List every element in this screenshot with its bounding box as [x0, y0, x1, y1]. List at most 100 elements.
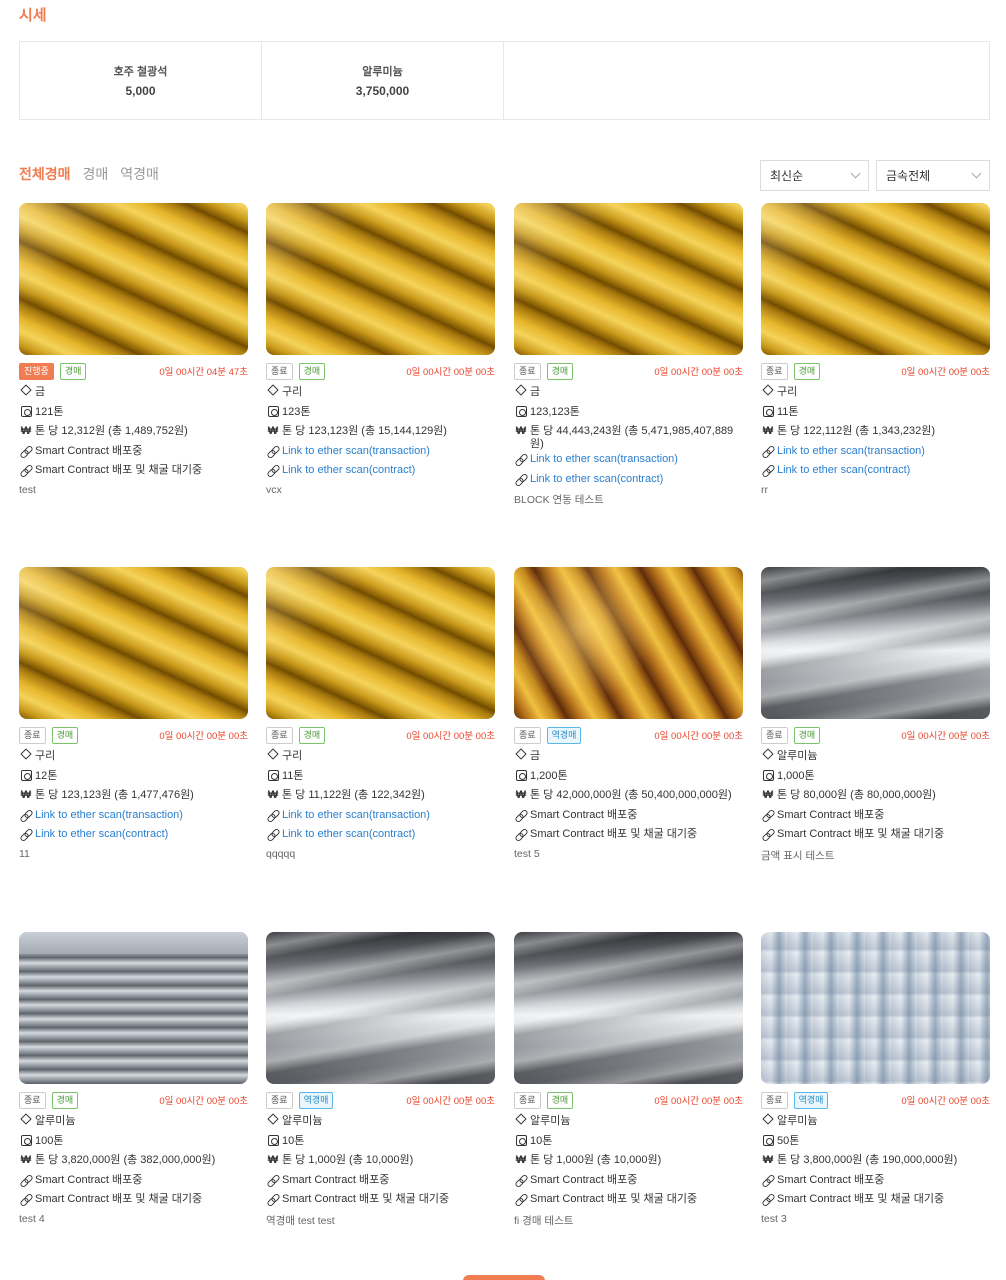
tab-all-auction[interactable]: 전체경매 — [19, 164, 71, 184]
weight-icon — [266, 769, 280, 781]
contract-row: Smart Contract 배포 및 채굴 대기중 — [514, 826, 743, 846]
ether-scan-contract-link[interactable]: Link to ether scan(contract) — [282, 464, 495, 477]
auction-card[interactable]: 종료 역경매 0일 00시간 00분 00초 금 1,200톤 ₩ 톤 당 42… — [514, 567, 743, 860]
contract-row: Smart Contract 배포 및 채굴 대기중 — [761, 826, 990, 846]
contract-row: Smart Contract 배포 및 채굴 대기중 — [19, 1191, 248, 1211]
ether-scan-contract-link[interactable]: Link to ether scan(contract) — [777, 464, 990, 477]
contract-row[interactable]: Link to ether scan(transaction) — [19, 807, 248, 827]
metal-row: 구리 — [761, 384, 990, 404]
page-title: 시세 — [19, 7, 47, 24]
link-icon — [266, 828, 280, 840]
link-icon — [266, 1174, 280, 1186]
metal-type: 알루미늄 — [530, 1115, 571, 1127]
won-icon: ₩ — [267, 789, 279, 801]
product-image[interactable] — [514, 932, 743, 1084]
sort-select[interactable]: 최신순 — [760, 160, 869, 191]
ether-scan-contract-link[interactable]: Link to ether scan(contract) — [530, 473, 743, 486]
auction-card[interactable]: 종료 경매 0일 00시간 00분 00초 구리 11톤 ₩ 톤 당 122,1… — [761, 203, 990, 496]
diamond-icon — [266, 1113, 280, 1125]
product-image[interactable] — [19, 203, 248, 355]
contract-status: Smart Contract 배포중 — [777, 1173, 885, 1186]
tab-auction[interactable]: 경매 — [83, 164, 109, 184]
weight-row: 1,000톤 — [761, 768, 990, 788]
auction-card[interactable]: 종료 경매 0일 00시간 00분 00초 금 123,123톤 ₩ 톤 당 4… — [514, 203, 743, 507]
link-icon — [514, 1193, 528, 1205]
contract-row[interactable]: Link to ether scan(contract) — [19, 826, 248, 846]
load-more-button[interactable] — [463, 1275, 545, 1280]
price-value: 톤 당 3,820,000원 (총 382,000,000원) — [35, 1154, 216, 1166]
status-badge: 종료 — [266, 726, 293, 744]
link-icon — [266, 809, 280, 821]
metal-select-value: 금속전체 — [886, 169, 931, 183]
auction-type-badge: 경매 — [298, 726, 326, 744]
auction-card[interactable]: 종료 역경매 0일 00시간 00분 00초 알루미늄 10톤 ₩ 톤 당 1,… — [266, 932, 495, 1228]
ether-scan-transaction-link[interactable]: Link to ether scan(transaction) — [530, 453, 743, 466]
price-row: ₩ 톤 당 80,000원 (총 80,000,000원) — [761, 787, 990, 807]
auction-card[interactable]: 종료 경매 0일 00시간 00분 00초 구리 12톤 ₩ 톤 당 123,1… — [19, 567, 248, 860]
auction-type-badge: 역경매 — [298, 1091, 334, 1109]
diamond-icon — [514, 1113, 528, 1125]
card-description: 역경매 test test — [266, 1214, 335, 1227]
card-badges: 종료 경매 0일 00시간 00분 00초 — [514, 362, 743, 380]
contract-row[interactable]: Link to ether scan(contract) — [514, 471, 743, 491]
metal-type: 구리 — [35, 750, 56, 762]
product-image[interactable] — [266, 567, 495, 719]
metal-type: 금 — [530, 386, 541, 398]
countdown-timer: 0일 00시간 00분 00초 — [901, 367, 990, 378]
card-description: test — [19, 483, 36, 496]
weight-icon — [514, 1134, 528, 1146]
contract-row[interactable]: Link to ether scan(contract) — [266, 826, 495, 846]
contract-row[interactable]: Link to ether scan(transaction) — [266, 443, 495, 463]
product-image[interactable] — [266, 203, 495, 355]
card-description: 11 — [19, 847, 30, 860]
card-badges: 진행중 경매 0일 00시간 04분 47초 — [19, 362, 248, 380]
weight-row: 11톤 — [266, 768, 495, 788]
metal-filter-select[interactable]: 금속전체 — [876, 160, 990, 191]
weight-value: 10톤 — [282, 1134, 305, 1147]
contract-row[interactable]: Link to ether scan(transaction) — [266, 807, 495, 827]
diamond-icon — [19, 1113, 33, 1125]
product-image[interactable] — [761, 567, 990, 719]
ether-scan-transaction-link[interactable]: Link to ether scan(transaction) — [282, 809, 495, 822]
chevron-down-icon — [971, 168, 982, 179]
weight-row: 123톤 — [266, 404, 495, 424]
auction-card[interactable]: 종료 경매 0일 00시간 00분 00초 알루미늄 100톤 ₩ 톤 당 3,… — [19, 932, 248, 1225]
auction-type-badge: 경매 — [546, 362, 574, 380]
price-value: 3,750,000 — [355, 84, 410, 98]
ether-scan-transaction-link[interactable]: Link to ether scan(transaction) — [35, 809, 248, 822]
product-image[interactable] — [19, 932, 248, 1084]
link-icon — [514, 828, 528, 840]
tab-reverse-auction[interactable]: 역경매 — [120, 164, 159, 184]
weight-value: 11톤 — [282, 769, 304, 782]
card-description: test 4 — [19, 1212, 45, 1225]
product-image[interactable] — [514, 567, 743, 719]
auction-card[interactable]: 진행중 경매 0일 00시간 04분 47초 금 121톤 ₩ 톤 당 12,3… — [19, 203, 248, 496]
contract-row[interactable]: Link to ether scan(contract) — [761, 462, 990, 482]
product-image[interactable] — [514, 203, 743, 355]
auction-card[interactable]: 종료 경매 0일 00시간 00분 00초 구리 123톤 ₩ 톤 당 123,… — [266, 203, 495, 496]
status-badge: 종료 — [761, 362, 788, 380]
product-image[interactable] — [19, 567, 248, 719]
card-description: 금액 표시 테스트 — [761, 849, 835, 862]
contract-row[interactable]: Link to ether scan(contract) — [266, 462, 495, 482]
contract-row[interactable]: Link to ether scan(transaction) — [514, 451, 743, 471]
auction-card[interactable]: 종료 경매 0일 00시간 00분 00초 구리 11톤 ₩ 톤 당 11,12… — [266, 567, 495, 860]
mining-status: Smart Contract 배포 및 채굴 대기중 — [777, 1193, 945, 1205]
countdown-timer: 0일 00시간 04분 47초 — [159, 367, 248, 378]
ether-scan-contract-link[interactable]: Link to ether scan(contract) — [35, 828, 248, 841]
price-row: ₩ 톤 당 3,820,000원 (총 382,000,000원) — [19, 1152, 248, 1172]
ether-scan-contract-link[interactable]: Link to ether scan(contract) — [282, 828, 495, 841]
contract-row[interactable]: Link to ether scan(transaction) — [761, 443, 990, 463]
auction-card[interactable]: 종료 경매 0일 00시간 00분 00초 알루미늄 1,000톤 ₩ 톤 당 … — [761, 567, 990, 863]
status-badge: 종료 — [266, 362, 293, 380]
product-image[interactable] — [761, 932, 990, 1084]
auction-card[interactable]: 종료 경매 0일 00시간 00분 00초 알루미늄 10톤 ₩ 톤 당 1,0… — [514, 932, 743, 1228]
auction-card[interactable]: 종료 역경매 0일 00시간 00분 00초 알루미늄 50톤 ₩ 톤 당 3,… — [761, 932, 990, 1225]
ether-scan-transaction-link[interactable]: Link to ether scan(transaction) — [777, 445, 990, 458]
link-icon — [19, 445, 33, 457]
product-image[interactable] — [761, 203, 990, 355]
product-image[interactable] — [266, 932, 495, 1084]
card-badges: 종료 역경매 0일 00시간 00분 00초 — [266, 1091, 495, 1109]
auction-type-badge: 경매 — [59, 362, 87, 380]
ether-scan-transaction-link[interactable]: Link to ether scan(transaction) — [282, 445, 495, 458]
